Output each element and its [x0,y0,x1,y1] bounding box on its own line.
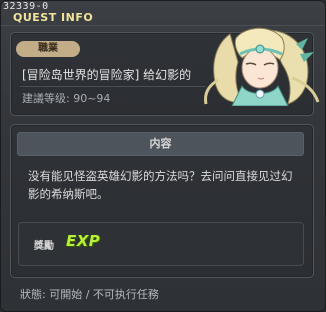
npc-portrait [204,27,320,106]
window-title: QUEST INFO [13,11,94,24]
summary-divider [20,86,206,87]
exp-reward-icon: EXP [66,232,101,250]
reward-label: 獎勵 [34,241,54,252]
recommended-level: 建議等级: 90~94 [22,92,111,105]
npc-face [241,47,279,89]
content-header: 内容 [17,132,304,156]
quest-status: 狀態: 可開始 / 不可执行任務 [20,288,159,301]
quest-name: [冒险岛世界的冒险家] 给幻影的 [22,68,192,82]
quest-description: 没有能见怪盗英雄幻影的方法吗？去问问直接见过幻影的希纳斯吧。 [28,169,293,201]
job-badge: 職業 [16,41,80,57]
reward-box [18,222,304,266]
